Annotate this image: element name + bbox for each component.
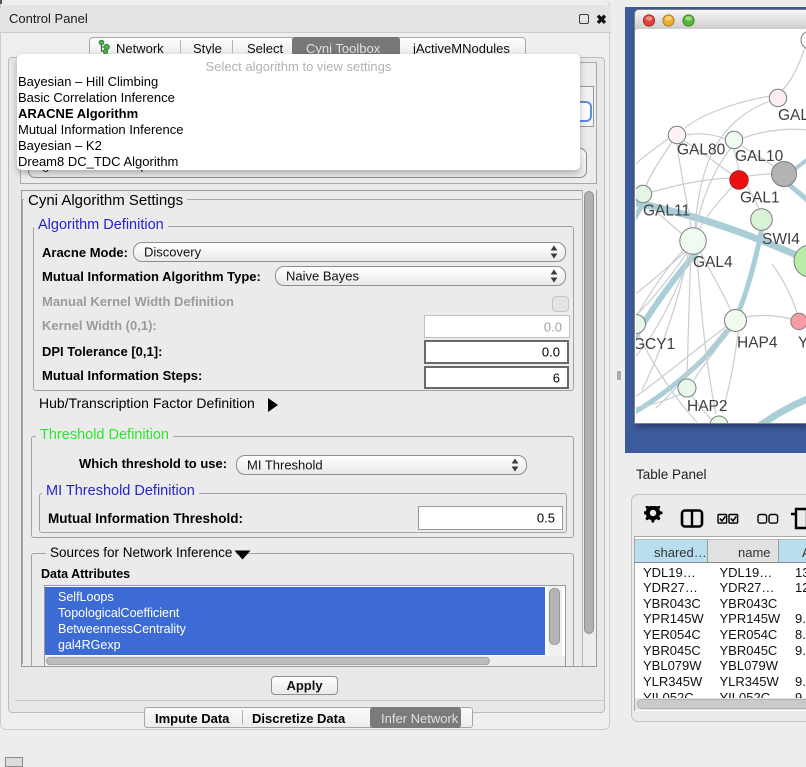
svg-text:YEL: YEL — [798, 335, 806, 352]
svg-text:GAL7: GAL7 — [778, 107, 806, 124]
svg-text:HAP2: HAP2 — [687, 398, 728, 415]
svg-text:SWI4: SWI4 — [762, 231, 800, 248]
svg-text:GAL11: GAL11 — [643, 203, 690, 220]
svg-text:HAP4: HAP4 — [737, 335, 778, 352]
svg-text:GCY1: GCY1 — [636, 336, 675, 353]
svg-text:GAL80: GAL80 — [677, 142, 726, 159]
svg-text:GAL10: GAL10 — [735, 148, 784, 165]
svg-text:GAL1: GAL1 — [740, 190, 780, 207]
svg-text:GAL4: GAL4 — [693, 254, 733, 271]
